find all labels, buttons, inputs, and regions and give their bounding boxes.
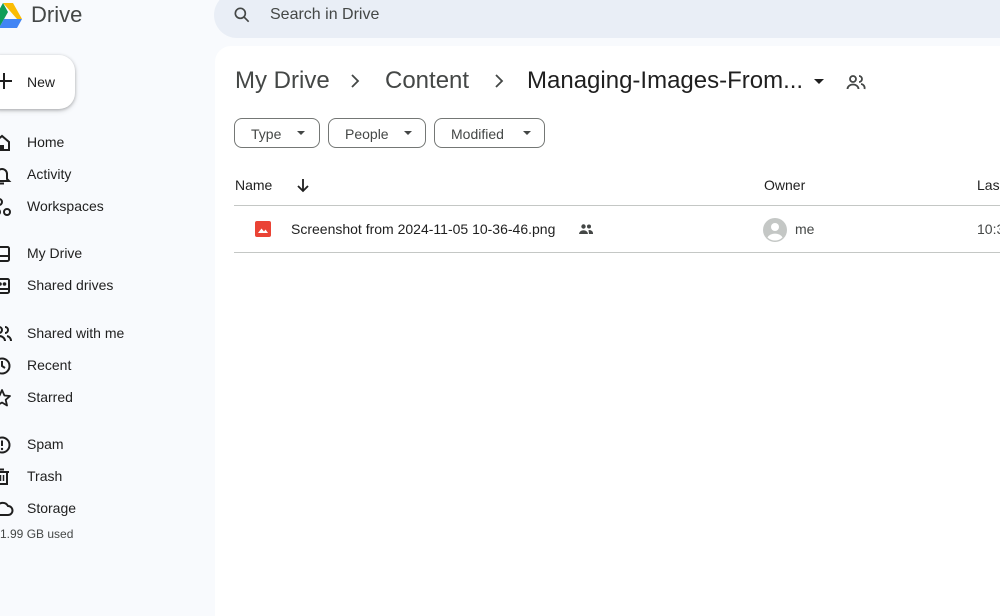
people-icon	[0, 326, 12, 342]
filter-modified-chip[interactable]: Modified	[434, 118, 545, 148]
sidebar-item-starred[interactable]: Starred	[0, 386, 200, 410]
chip-label: Modified	[451, 126, 504, 142]
chip-label: Type	[251, 126, 282, 142]
breadcrumb-current-folder[interactable]: Managing-Images-From...	[527, 67, 803, 95]
sidebar-item-my-drive[interactable]: My Drive	[0, 242, 200, 266]
clock-icon	[0, 357, 11, 375]
image-file-icon	[255, 221, 271, 237]
column-header-last-modified[interactable]: Las	[977, 177, 1000, 193]
sidebar-item-storage[interactable]: Storage	[0, 497, 200, 521]
sidebar-item-shared-with-me[interactable]: Shared with me	[0, 322, 200, 346]
caret-down-icon	[297, 131, 305, 135]
search-icon[interactable]	[232, 5, 252, 25]
sidebar-item-label: Spam	[27, 436, 64, 452]
sidebar-item-label: Trash	[27, 468, 63, 484]
sidebar-item-label: Recent	[27, 357, 72, 373]
row-divider	[234, 252, 1000, 253]
storage-used-text: 1.99 GB used	[0, 527, 74, 541]
trash-icon	[0, 468, 9, 485]
breadcrumb-my-drive[interactable]: My Drive	[235, 67, 330, 95]
sidebar-item-label: Starred	[27, 389, 73, 405]
sidebar-item-label: Home	[27, 134, 65, 150]
app-title: Drive	[31, 2, 83, 27]
caret-down-icon[interactable]	[812, 77, 826, 87]
drive-logo[interactable]	[0, 0, 22, 32]
drive-logo-icon	[0, 3, 22, 28]
column-header-name[interactable]: Name	[235, 177, 272, 193]
caret-down-icon	[404, 131, 412, 135]
sidebar-item-label: My Drive	[27, 245, 83, 261]
sidebar-item-label: Shared drives	[27, 277, 114, 293]
spam-icon	[0, 436, 11, 454]
sidebar-item-label: Activity	[27, 166, 72, 182]
plus-icon	[0, 73, 12, 89]
cloud-icon	[0, 501, 14, 516]
workspaces-icon	[0, 198, 11, 216]
bell-icon	[0, 168, 12, 185]
sidebar-item-activity[interactable]: Activity	[0, 163, 200, 187]
search-input[interactable]: Search in Drive	[270, 6, 379, 24]
my-drive-icon	[0, 246, 10, 262]
caret-down-icon	[523, 131, 531, 135]
sidebar-item-spam[interactable]: Spam	[0, 433, 200, 457]
shared-folder-icon	[846, 75, 866, 90]
sort-arrow-down-icon[interactable]	[295, 176, 311, 194]
star-icon	[0, 389, 11, 407]
chip-label: People	[345, 126, 389, 142]
breadcrumb-content[interactable]: Content	[385, 67, 469, 95]
sidebar-item-label: Workspaces	[27, 198, 104, 214]
sidebar-item-home[interactable]: Home	[0, 131, 200, 155]
file-name[interactable]: Screenshot from 2024-11-05 10-36-46.png	[291, 221, 555, 237]
chevron-right-icon	[495, 74, 504, 88]
sidebar-item-trash[interactable]: Trash	[0, 465, 200, 489]
column-header-owner[interactable]: Owner	[764, 177, 805, 193]
filter-type-chip[interactable]: Type	[234, 118, 320, 148]
sidebar-item-recent[interactable]: Recent	[0, 354, 200, 378]
chevron-right-icon	[351, 74, 360, 88]
shared-drives-icon	[0, 278, 10, 294]
new-button-label: New	[27, 74, 56, 90]
owner-name: me	[795, 221, 815, 237]
sidebar-item-label: Shared with me	[27, 325, 125, 341]
home-icon	[0, 134, 10, 151]
sidebar-item-workspaces[interactable]: Workspaces	[0, 195, 200, 219]
sidebar-item-label: Storage	[27, 500, 77, 516]
sidebar-item-shared-drives[interactable]: Shared drives	[0, 274, 200, 298]
avatar	[763, 218, 787, 242]
last-modified-value: 10:3	[977, 221, 1000, 237]
shared-icon	[579, 224, 594, 234]
filter-people-chip[interactable]: People	[328, 118, 426, 148]
